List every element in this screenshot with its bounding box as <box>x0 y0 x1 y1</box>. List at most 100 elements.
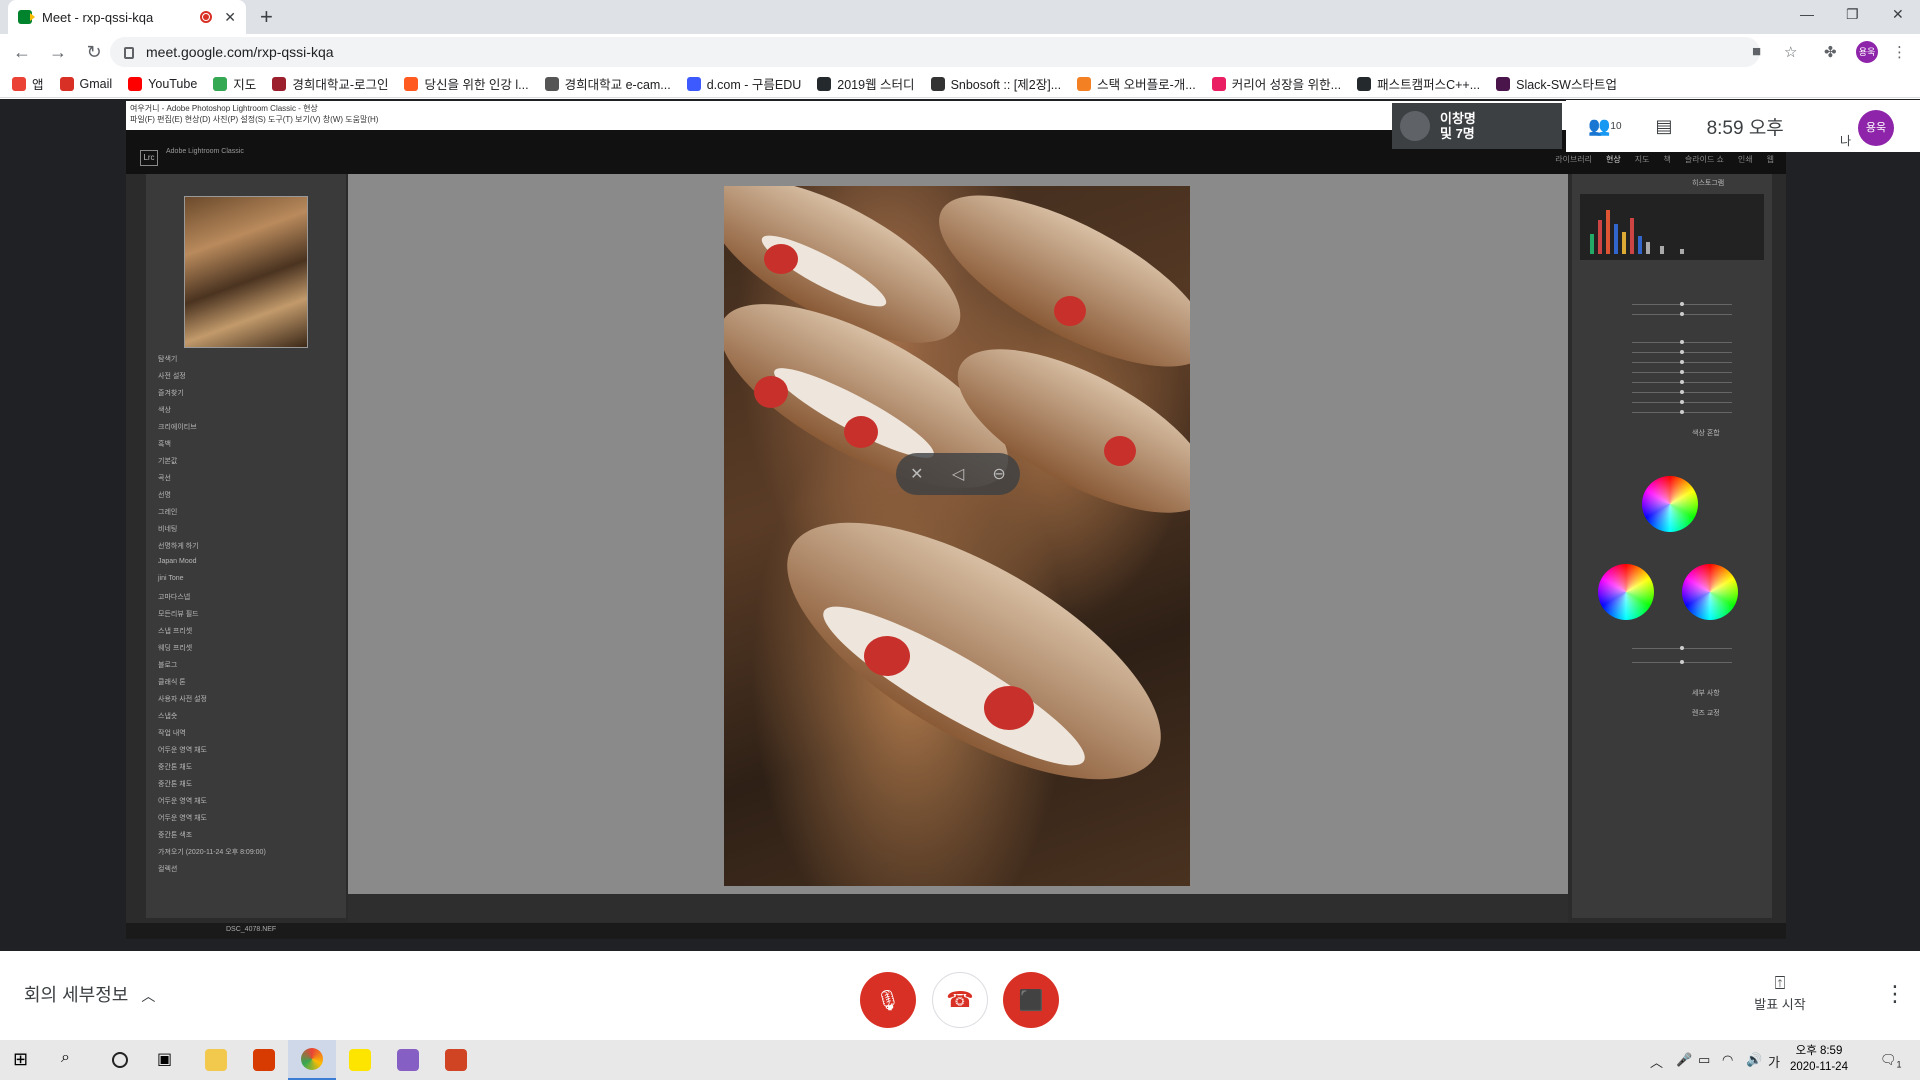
left-panel-item[interactable]: Japan Mood <box>158 558 197 565</box>
powerpoint-icon[interactable] <box>432 1040 480 1080</box>
left-panel-item[interactable]: 컬렉션 <box>158 864 177 874</box>
close-tab-icon[interactable]: ✕ <box>224 9 236 26</box>
left-panel-item[interactable]: 흑백 <box>158 439 171 449</box>
left-panel-item[interactable]: 탐색기 <box>158 354 177 364</box>
left-panel-item[interactable]: 선명하게 하기 <box>158 541 199 551</box>
pin-mute-controls[interactable]: ✕ ◁ ⊖ <box>896 453 1020 495</box>
restore-icon[interactable]: ❐ <box>1846 6 1859 23</box>
left-panel-item[interactable]: 가져오기 (2020-11-24 오후 8:09:00) <box>158 847 266 857</box>
file-explorer-icon[interactable] <box>192 1040 240 1080</box>
right-panel-header[interactable]: 렌즈 교정 <box>1692 708 1720 718</box>
module-tab[interactable]: 슬라이드 쇼 <box>1685 154 1724 165</box>
left-panel-item[interactable]: 중간톤 색조 <box>158 830 192 840</box>
left-panel-item[interactable]: jini Tone <box>158 575 184 582</box>
bookmark-item[interactable]: Snbosoft :: [제2장]... <box>930 74 1061 93</box>
left-panel-item[interactable]: 색상 <box>158 405 171 415</box>
kakaotalk-icon[interactable] <box>336 1040 384 1080</box>
module-tab[interactable]: 책 <box>1663 154 1670 165</box>
left-panel-item[interactable]: 어두운 영역 채도 <box>158 796 207 806</box>
bookmark-item[interactable]: 지도 <box>213 74 256 93</box>
left-panel-item[interactable]: 곡선 <box>158 473 171 483</box>
module-tab[interactable]: 현상 <box>1606 154 1621 165</box>
back-icon[interactable]: ← <box>8 42 36 63</box>
extensions-icon[interactable]: ✤ <box>1824 43 1837 61</box>
left-panel-item[interactable]: 중간톤 채도 <box>158 762 192 772</box>
left-panel-item[interactable]: 어두운 영역 채도 <box>158 745 207 755</box>
reload-icon[interactable]: ↻ <box>80 42 108 63</box>
left-panel-item[interactable]: 그레인 <box>158 507 177 517</box>
left-panel-item[interactable]: 선명 <box>158 490 171 500</box>
forward-icon[interactable]: → <box>44 42 72 63</box>
bookmark-item[interactable]: 당신을 위한 인강 l... <box>404 74 529 93</box>
cortana-icon[interactable] <box>96 1040 144 1080</box>
minimize-icon[interactable]: — <box>1800 6 1814 22</box>
more-options-icon[interactable]: ⋮ <box>1884 981 1906 1007</box>
left-panel-item[interactable]: 비네팅 <box>158 524 177 534</box>
microphone-tray-icon[interactable]: 🎤 <box>1676 1052 1692 1068</box>
tray-chevron-icon[interactable]: ︿ <box>1650 1052 1663 1071</box>
left-panel-item[interactable]: 어두운 영역 채도 <box>158 813 207 823</box>
self-avatar[interactable]: 용욱 <box>1858 110 1894 146</box>
module-tab[interactable]: 라이브러리 <box>1555 154 1592 165</box>
shadow-color-wheel[interactable] <box>1598 564 1654 620</box>
left-panel-item[interactable]: 크리에이티브 <box>158 422 197 432</box>
bookmark-item[interactable]: 커리어 성장을 위한... <box>1211 74 1341 93</box>
visual-studio-icon[interactable] <box>384 1040 432 1080</box>
left-panel-item[interactable]: 사용자 사전 설정 <box>158 694 207 704</box>
profile-avatar[interactable]: 용욱 <box>1856 41 1878 63</box>
meeting-details-button[interactable]: 회의 세부정보 ︿ <box>24 981 155 1007</box>
star-icon[interactable]: ☆ <box>1784 43 1797 61</box>
module-tab[interactable]: 웹 <box>1767 154 1774 165</box>
camera-off-button[interactable]: ⬛ <box>1003 972 1059 1028</box>
chrome-icon[interactable] <box>288 1040 336 1080</box>
ime-indicator[interactable]: 가 <box>1768 1052 1780 1071</box>
people-icon[interactable]: 👥 <box>1588 116 1610 137</box>
bookmark-item[interactable]: 경희대학교 e-cam... <box>544 74 671 93</box>
mic-off-button[interactable]: 🎙 <box>860 972 916 1028</box>
left-panel-item[interactable]: 즐겨찾기 <box>158 388 184 398</box>
left-panel-item[interactable]: 스냅숏 <box>158 711 177 721</box>
menu-icon[interactable]: ⋮ <box>1892 43 1907 61</box>
midtone-color-wheel[interactable] <box>1642 476 1698 532</box>
bookmark-item[interactable]: YouTube <box>128 76 197 91</box>
right-panel-header[interactable]: 히스토그램 <box>1692 178 1724 188</box>
left-panel-item[interactable]: 웨딩 프리셋 <box>158 643 192 653</box>
address-bar[interactable]: meet.google.com/rxp-qssi-kqa <box>110 37 1760 67</box>
bookmark-item[interactable]: d.com - 구름EDU <box>686 74 801 93</box>
module-tab[interactable]: 인쇄 <box>1738 154 1753 165</box>
camera-icon[interactable]: ■ <box>1752 43 1761 60</box>
right-panel-header[interactable]: 색상 혼합 <box>1692 428 1720 438</box>
module-tab[interactable]: 지도 <box>1635 154 1650 165</box>
network-icon[interactable]: ◠ <box>1722 1052 1733 1068</box>
highlight-color-wheel[interactable] <box>1682 564 1738 620</box>
left-panel-item[interactable]: 고마다스넵 <box>158 592 190 602</box>
office-icon[interactable] <box>240 1040 288 1080</box>
left-panel-item[interactable]: 작업 내역 <box>158 728 186 738</box>
bookmark-item[interactable]: 경희대학교-로그인 <box>272 74 388 93</box>
system-clock[interactable]: 오후 8:59 2020-11-24 <box>1790 1043 1848 1075</box>
volume-icon[interactable]: 🔊 <box>1746 1052 1762 1068</box>
battery-icon[interactable]: ▭ <box>1698 1052 1710 1068</box>
task-view-icon[interactable]: ▣ <box>144 1040 192 1080</box>
present-now-button[interactable]: ⍐ 발표 시작 <box>1752 973 1808 1013</box>
start-button[interactable]: ⊞ <box>0 1040 48 1080</box>
new-tab-button[interactable]: + <box>260 4 273 30</box>
remove-participant-icon[interactable]: ⊖ <box>992 464 1005 484</box>
presenter-tile[interactable]: 이창명 및 7명 <box>1392 103 1562 149</box>
right-panel-header[interactable]: 세부 사항 <box>1692 688 1720 698</box>
left-panel-item[interactable]: 사전 설정 <box>158 371 186 381</box>
bookmark-item[interactable]: 2019웹 스터디 <box>817 74 915 93</box>
bookmark-item[interactable]: Slack-SW스타트업 <box>1496 74 1617 93</box>
left-panel-item[interactable]: 중간톤 채도 <box>158 779 192 789</box>
bookmark-item[interactable]: 스택 오버플로-개... <box>1077 74 1196 93</box>
notification-icon[interactable]: 🗨1 <box>1880 1052 1902 1070</box>
mute-participant-icon[interactable]: ◁ <box>952 464 964 484</box>
browser-tab[interactable]: Meet - rxp-qssi-kqa ✕ <box>8 0 246 34</box>
search-icon[interactable]: ⌕ <box>48 1040 96 1080</box>
left-panel-item[interactable]: 기본값 <box>158 456 177 466</box>
left-panel-item[interactable]: 클래식 톤 <box>158 677 186 687</box>
chat-icon[interactable]: ▤ <box>1656 116 1673 137</box>
leave-call-button[interactable]: ☎ <box>932 972 988 1028</box>
left-panel-item[interactable]: 스냅 프리셋 <box>158 626 192 636</box>
bookmark-item[interactable]: 앱 <box>12 74 44 93</box>
